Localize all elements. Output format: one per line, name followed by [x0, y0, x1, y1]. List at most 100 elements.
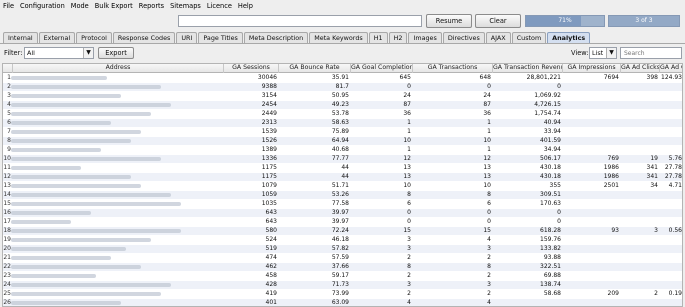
- table-cell: [660, 101, 682, 109]
- table-cell: 1035: [261, 200, 277, 207]
- column-header[interactable]: GA Transactions: [413, 64, 493, 73]
- filter-select[interactable]: All ▼: [24, 47, 94, 59]
- table-cell: 24: [403, 92, 411, 99]
- table-cell: 10: [483, 182, 491, 189]
- table-row[interactable]: 5 2449 53.78 36 36 1,754.74: [3, 110, 682, 118]
- table-row[interactable]: 19 524 46.18 3 4 159.76: [3, 236, 682, 244]
- table-cell: [563, 218, 621, 226]
- table-row[interactable]: 20 519 57.82 3 3 133.82: [3, 245, 682, 253]
- tab-images[interactable]: Images: [408, 32, 442, 43]
- clear-button[interactable]: Clear: [475, 14, 521, 28]
- column-header[interactable]: GA Goal Completions All: [351, 64, 413, 73]
- menu-item-file[interactable]: File: [3, 2, 14, 10]
- export-button[interactable]: Export: [98, 47, 134, 59]
- table-cell: 1,754.74: [534, 110, 561, 117]
- table-cell: 4,726.15: [534, 101, 561, 108]
- table-row[interactable]: 4 2454 49.23 87 87 4,726.15: [3, 101, 682, 109]
- column-header[interactable]: GA Ad Clicks: [621, 64, 660, 73]
- table-row[interactable]: 1 30046 35.91 645 648 28,801,221 7694 398 124.93: [3, 74, 682, 82]
- table-cell: [493, 299, 563, 306]
- table-cell: [660, 218, 682, 226]
- tab-analytics[interactable]: Analytics: [547, 32, 591, 43]
- table-cell: [563, 263, 621, 271]
- table-row[interactable]: 26 401 63.09 4 4: [3, 299, 682, 306]
- menu-item-sitemaps[interactable]: Sitemaps: [170, 2, 201, 10]
- table-row[interactable]: 18 580 72.24 15 15 618.28 93 3 0.56: [3, 227, 682, 235]
- tab-meta-keywords[interactable]: Meta Keywords: [309, 32, 368, 43]
- menu-item-reports[interactable]: Reports: [139, 2, 164, 10]
- chevron-down-icon[interactable]: ▼: [83, 48, 93, 58]
- table-row[interactable]: 10 1336 77.77 12 12 506.17 769 19 5.76: [3, 155, 682, 163]
- address-cell: [13, 254, 224, 262]
- column-header[interactable]: GA Ad Cost: [660, 64, 682, 73]
- address-cell: [13, 155, 224, 163]
- table-cell: [621, 209, 660, 217]
- table-cell: 3: [487, 245, 491, 252]
- tab-response-codes[interactable]: Response Codes: [112, 32, 176, 43]
- tab-page-titles[interactable]: Page Titles: [198, 32, 243, 43]
- table-row[interactable]: 12 1175 44 13 13 430.18 1986 341 27.78: [3, 173, 682, 181]
- tab-protocol[interactable]: Protocol: [76, 32, 112, 43]
- table-cell: [660, 128, 682, 136]
- table-cell: [563, 245, 621, 253]
- table-cell: [563, 101, 621, 109]
- tab-meta-description[interactable]: Meta Description: [243, 32, 309, 43]
- table-row[interactable]: 21 474 57.59 2 2 93.88: [3, 254, 682, 262]
- tab-ajax[interactable]: AJAX: [485, 32, 511, 43]
- tab-internal[interactable]: Internal: [3, 32, 38, 43]
- menu-item-configuration[interactable]: Configuration: [20, 2, 65, 10]
- table-cell: 1336: [261, 155, 277, 162]
- column-header[interactable]: [3, 64, 13, 73]
- table-row[interactable]: 3 3154 50.95 24 24 1,069.92: [3, 92, 682, 100]
- tab-custom[interactable]: Custom: [511, 32, 547, 43]
- address-cell: [13, 92, 224, 100]
- menu-item-mode[interactable]: Mode: [71, 2, 89, 10]
- table-cell: 341: [646, 173, 658, 180]
- tab-h1[interactable]: H1: [368, 32, 388, 43]
- table-row[interactable]: 6 2313 58.63 1 1 40.94: [3, 119, 682, 127]
- table-cell: 81.7: [335, 83, 349, 90]
- table-cell: [563, 83, 621, 91]
- menu-item-licence[interactable]: Licence: [207, 2, 232, 10]
- table-row[interactable]: 2 9388 81.7 0 0 0: [3, 83, 682, 91]
- table-row[interactable]: 25 419 73.99 2 2 58.68 209 2 0.19: [3, 290, 682, 298]
- table-row[interactable]: 16 643 39.97 0 0 0: [3, 209, 682, 217]
- table-row[interactable]: 14 1059 53.26 8 8 309.51: [3, 191, 682, 199]
- column-header[interactable]: GA Bounce Rate: [279, 64, 351, 73]
- table-cell: [621, 191, 660, 199]
- table-cell: 27.78: [664, 173, 682, 180]
- table-cell: [621, 101, 660, 109]
- url-input[interactable]: [178, 15, 422, 27]
- tab-uri[interactable]: URI: [176, 32, 198, 43]
- search-input[interactable]: [620, 47, 682, 59]
- table-row[interactable]: 7 1539 75.89 1 1 33.94: [3, 128, 682, 136]
- table-cell: [621, 83, 660, 91]
- table-cell: 3: [654, 227, 658, 234]
- table-row[interactable]: 13 1079 51.71 10 10 355 2501 34 4.71: [3, 182, 682, 190]
- column-header[interactable]: GA Sessions: [224, 64, 279, 73]
- menu-item-bulk-export[interactable]: Bulk Export: [95, 2, 133, 10]
- resume-button[interactable]: Resume: [426, 14, 472, 28]
- table-row[interactable]: 17 643 39.97 0 0 0: [3, 218, 682, 226]
- table-cell: 46.18: [331, 236, 349, 243]
- table-row[interactable]: 8 1526 64.94 10 10 401.59: [3, 137, 682, 145]
- menu-item-help[interactable]: Help: [238, 2, 253, 10]
- tab-h2[interactable]: H2: [388, 32, 408, 43]
- table-row[interactable]: 23 458 59.17 2 2 69.88: [3, 272, 682, 280]
- table-row[interactable]: 15 1035 77.58 6 6 170.63: [3, 200, 682, 208]
- table-row[interactable]: 9 1389 40.68 1 1 34.94: [3, 146, 682, 154]
- table-cell: 6: [487, 200, 491, 207]
- column-header[interactable]: GA Impressions: [563, 64, 621, 73]
- column-header[interactable]: GA Transaction Revenue: [493, 64, 563, 73]
- tab-external[interactable]: External: [38, 32, 76, 43]
- table-cell: 1175: [261, 173, 277, 180]
- view-select[interactable]: List ▼: [589, 47, 617, 59]
- table-row[interactable]: 22 462 37.66 8 8 322.51: [3, 263, 682, 271]
- table-cell: 13: [483, 173, 491, 180]
- table-row[interactable]: 11 1175 44 13 13 430.18 1986 341 27.78: [3, 164, 682, 172]
- column-header[interactable]: Address: [13, 64, 224, 73]
- table-row[interactable]: 24 428 71.73 3 3 138.74: [3, 281, 682, 289]
- tab-directives[interactable]: Directives: [442, 32, 485, 43]
- table-cell: 3: [407, 245, 411, 252]
- chevron-down-icon[interactable]: ▼: [606, 48, 616, 58]
